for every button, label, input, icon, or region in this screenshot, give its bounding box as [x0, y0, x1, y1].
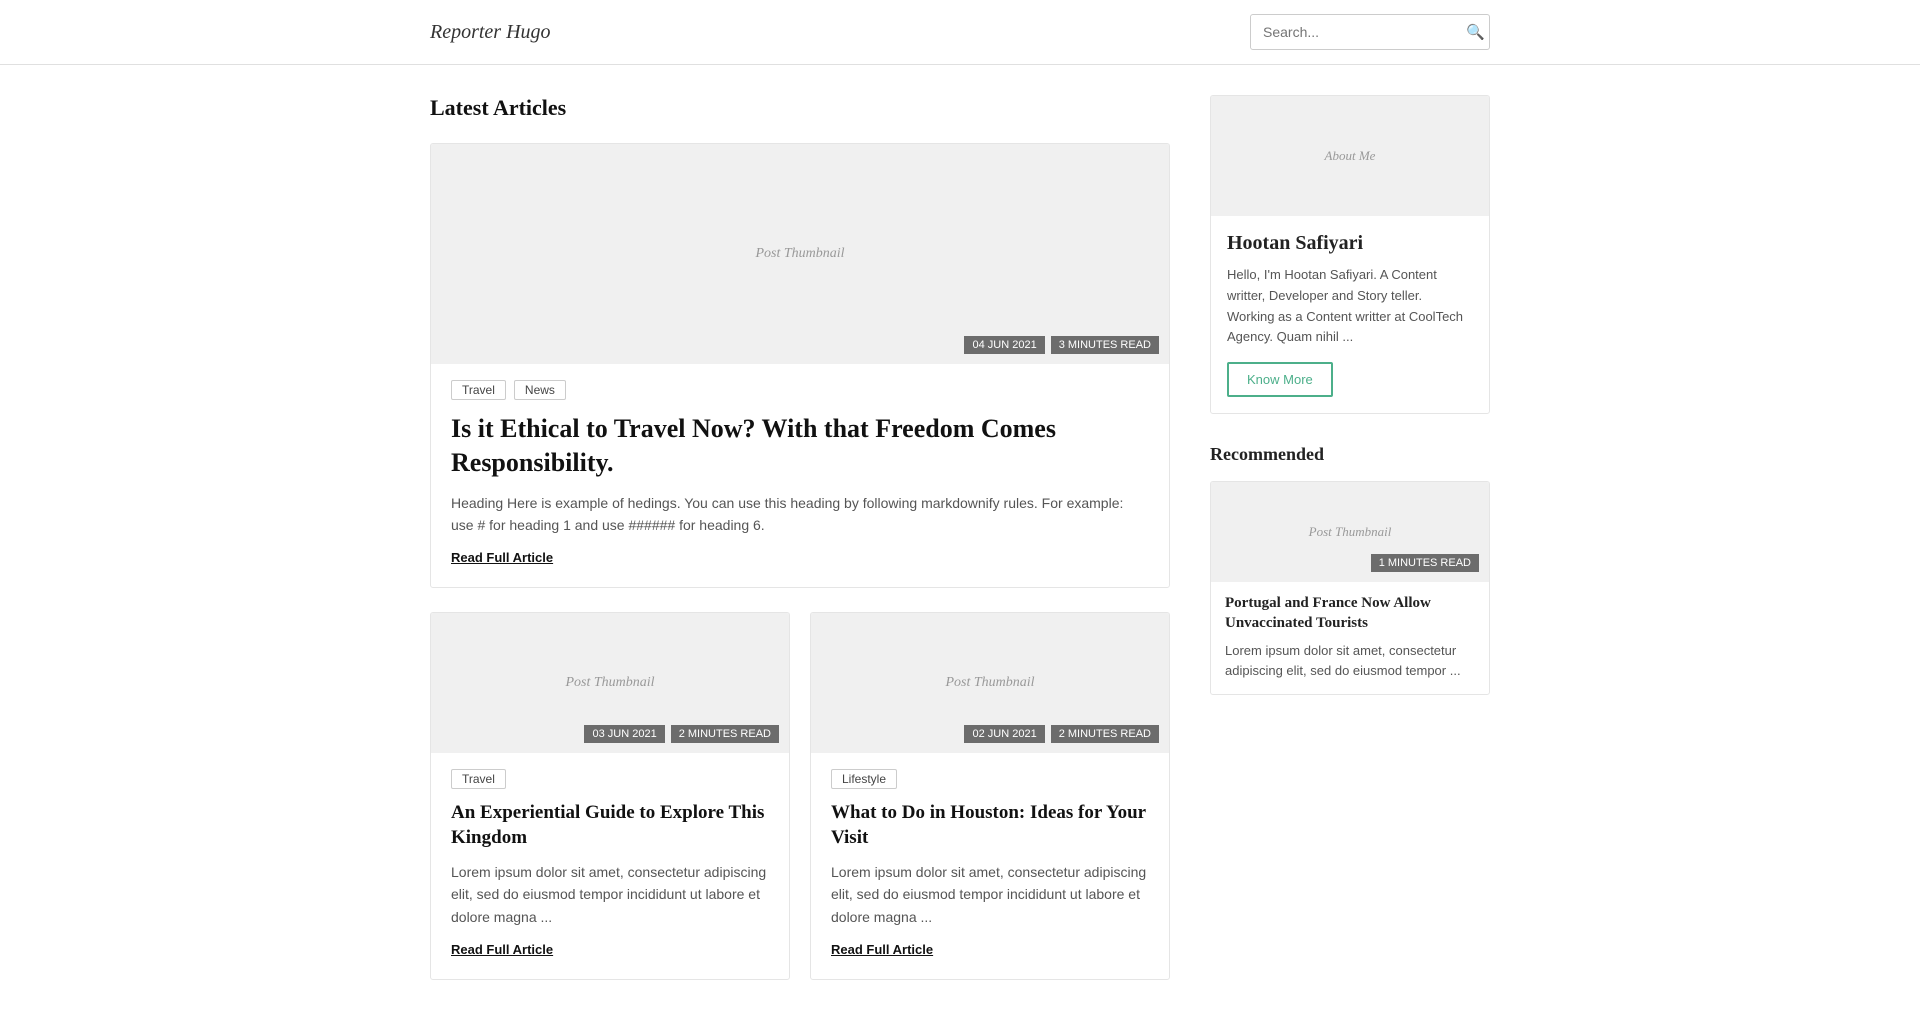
card1-excerpt: Lorem ipsum dolor sit amet, consectetur … [451, 861, 769, 928]
card2-title: What to Do in Houston: Ideas for Your Vi… [831, 801, 1149, 850]
card2-body: Lifestyle What to Do in Houston: Ideas f… [811, 753, 1169, 979]
site-logo: Reporter Hugo [430, 21, 551, 44]
card2-meta-overlay: 02 JUN 2021 2 MINUTES READ [964, 725, 1159, 743]
site-header: Reporter Hugo 🔍 [0, 0, 1920, 65]
featured-read-time: 3 MINUTES READ [1051, 336, 1159, 354]
know-more-button[interactable]: Know More [1227, 362, 1333, 397]
section-title: Latest Articles [430, 95, 1170, 121]
card1-read-time: 2 MINUTES READ [671, 725, 779, 743]
card2-date: 02 JUN 2021 [964, 725, 1044, 743]
tag-travel: Travel [451, 380, 506, 400]
featured-excerpt: Heading Here is example of hedings. You … [451, 492, 1149, 537]
search-button[interactable]: 🔍 [1456, 15, 1490, 49]
card2-excerpt: Lorem ipsum dolor sit amet, consectetur … [831, 861, 1149, 928]
article-card-2: Post Thumbnail 02 JUN 2021 2 MINUTES REA… [810, 612, 1170, 980]
rec-body: Portugal and France Now Allow Unvaccinat… [1211, 582, 1489, 694]
card2-read-more[interactable]: Read Full Article [831, 942, 933, 957]
tag-news: News [514, 380, 566, 400]
card1-tags: Travel [451, 769, 769, 789]
recommended-section: Recommended Post Thumbnail 1 MINUTES REA… [1210, 444, 1490, 695]
card1-thumbnail-text: Post Thumbnail [565, 675, 654, 691]
featured-date: 04 JUN 2021 [964, 336, 1044, 354]
articles-grid: Post Thumbnail 03 JUN 2021 2 MINUTES REA… [430, 612, 1170, 980]
card2-tags: Lifestyle [831, 769, 1149, 789]
rec-thumbnail-text: Post Thumbnail [1309, 524, 1392, 540]
about-body: Hootan Safiyari Hello, I'm Hootan Safiya… [1211, 216, 1489, 413]
featured-article: Post Thumbnail 04 JUN 2021 3 MINUTES REA… [430, 143, 1170, 588]
featured-meta-overlay: 04 JUN 2021 3 MINUTES READ [964, 336, 1159, 354]
featured-thumbnail-text: Post Thumbnail [755, 246, 844, 262]
search-box: 🔍 [1250, 14, 1490, 50]
rec-read-time: 1 MINUTES READ [1371, 554, 1479, 572]
featured-read-more[interactable]: Read Full Article [451, 550, 553, 565]
featured-thumbnail: Post Thumbnail 04 JUN 2021 3 MINUTES REA… [431, 144, 1169, 364]
content-area: Latest Articles Post Thumbnail 04 JUN 20… [430, 95, 1170, 980]
card1-thumbnail: Post Thumbnail 03 JUN 2021 2 MINUTES REA… [431, 613, 789, 753]
card1-meta-overlay: 03 JUN 2021 2 MINUTES READ [584, 725, 779, 743]
about-name: Hootan Safiyari [1227, 232, 1473, 255]
card1-tag: Travel [451, 769, 506, 789]
featured-tags: Travel News [451, 380, 1149, 400]
article-card-1: Post Thumbnail 03 JUN 2021 2 MINUTES REA… [430, 612, 790, 980]
featured-title: Is it Ethical to Travel Now? With that F… [451, 412, 1149, 480]
featured-article-body: Travel News Is it Ethical to Travel Now?… [431, 364, 1169, 587]
rec-thumbnail: Post Thumbnail 1 MINUTES READ [1211, 482, 1489, 582]
card1-date: 03 JUN 2021 [584, 725, 664, 743]
search-input[interactable] [1251, 16, 1456, 48]
rec-excerpt: Lorem ipsum dolor sit amet, consectetur … [1225, 641, 1475, 680]
card1-read-more[interactable]: Read Full Article [451, 942, 553, 957]
search-icon: 🔍 [1466, 24, 1485, 41]
card1-body: Travel An Experiential Guide to Explore … [431, 753, 789, 979]
about-bio: Hello, I'm Hootan Safiyari. A Content wr… [1227, 265, 1473, 348]
card2-read-time: 2 MINUTES READ [1051, 725, 1159, 743]
about-thumbnail-text: About Me [1325, 148, 1376, 164]
card2-thumbnail-text: Post Thumbnail [945, 675, 1034, 691]
recommended-title: Recommended [1210, 444, 1490, 465]
sidebar: About Me Hootan Safiyari Hello, I'm Hoot… [1210, 95, 1490, 980]
main-container: Latest Articles Post Thumbnail 04 JUN 20… [410, 65, 1510, 1010]
card1-title: An Experiential Guide to Explore This Ki… [451, 801, 769, 850]
rec-title: Portugal and France Now Allow Unvaccinat… [1225, 594, 1475, 633]
rec-meta-overlay: 1 MINUTES READ [1371, 554, 1479, 572]
card2-tag: Lifestyle [831, 769, 897, 789]
about-thumbnail: About Me [1211, 96, 1489, 216]
card2-thumbnail: Post Thumbnail 02 JUN 2021 2 MINUTES REA… [811, 613, 1169, 753]
recommended-card: Post Thumbnail 1 MINUTES READ Portugal a… [1210, 481, 1490, 695]
about-box: About Me Hootan Safiyari Hello, I'm Hoot… [1210, 95, 1490, 414]
